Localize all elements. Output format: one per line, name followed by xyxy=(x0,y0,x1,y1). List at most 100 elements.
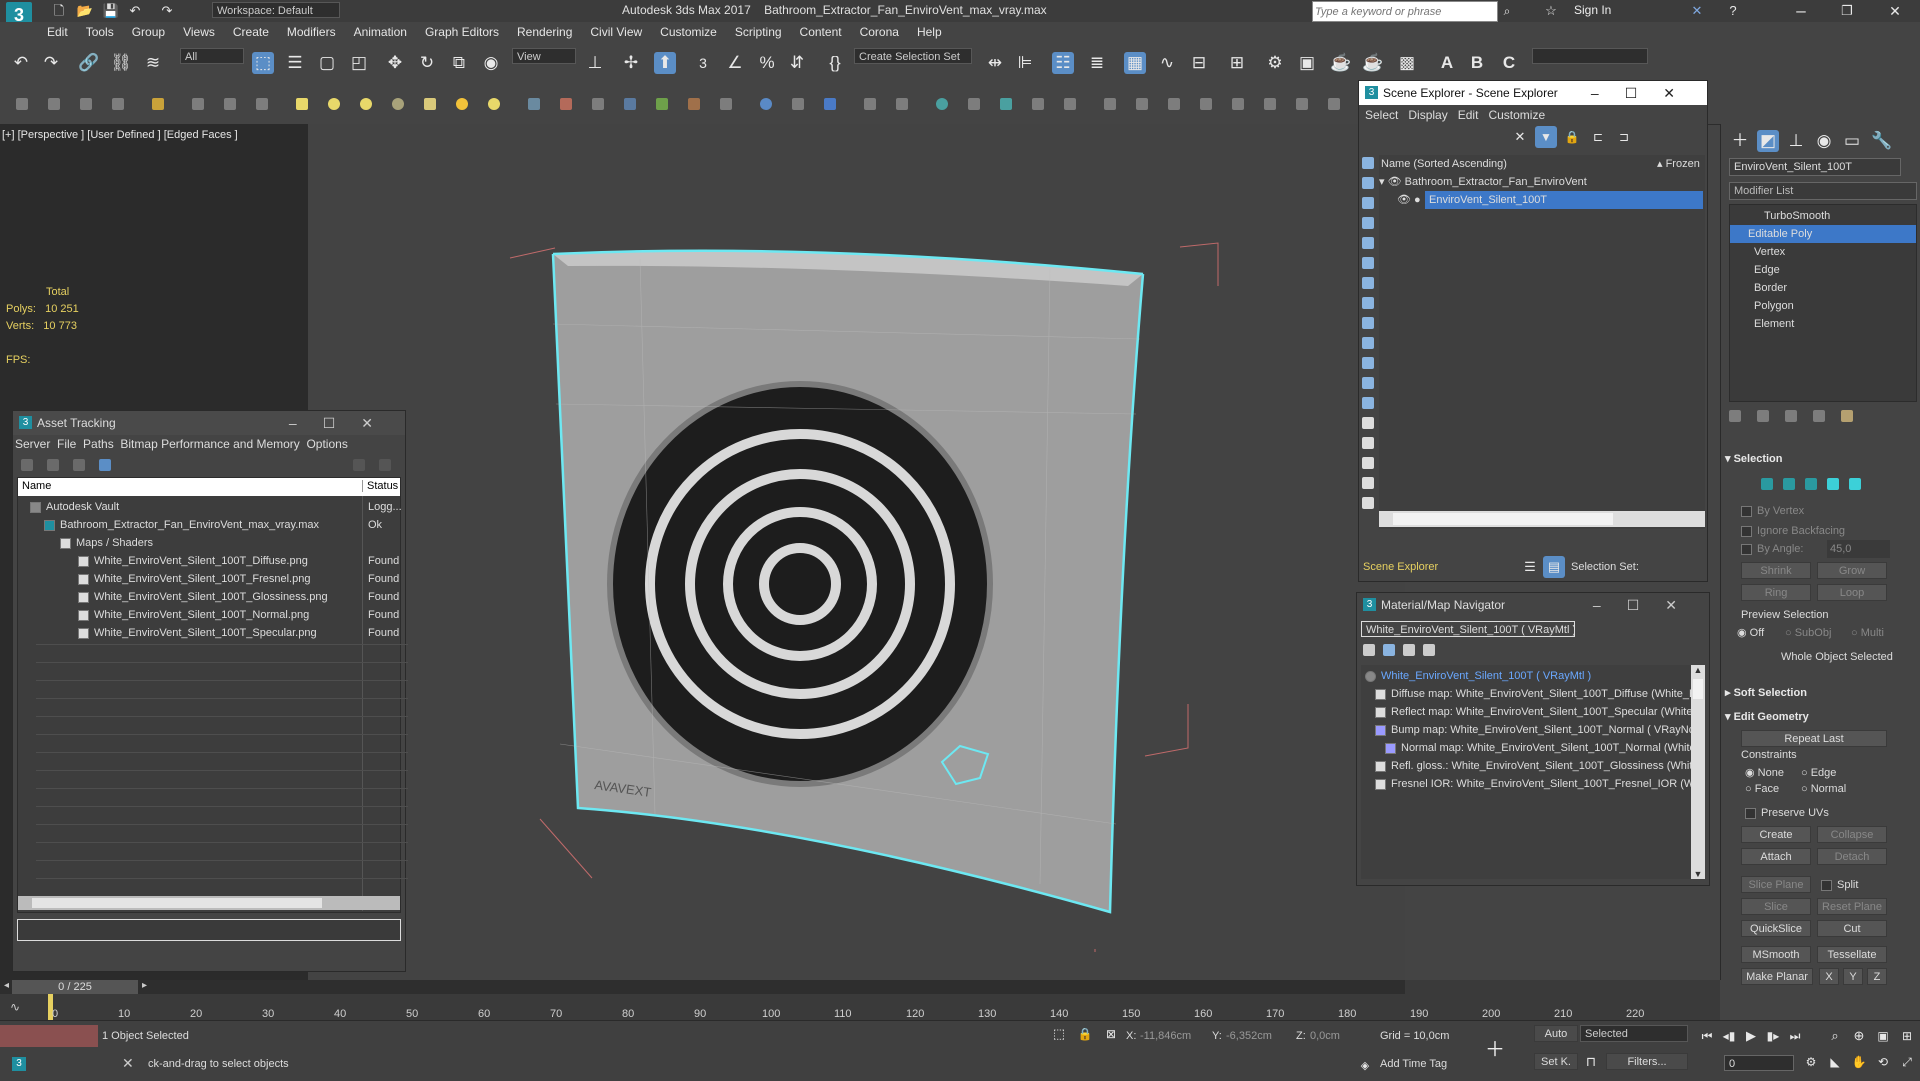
sun-icon[interactable] xyxy=(488,98,500,110)
collapse-button[interactable]: Collapse xyxy=(1817,826,1887,843)
constraint-normal-radio[interactable]: ○ Normal xyxy=(1801,780,1846,798)
ignore-backfacing-checkbox[interactable]: Ignore Backfacing xyxy=(1741,522,1845,540)
se-lock-icon[interactable]: 🔒 xyxy=(1561,126,1583,148)
tool-icon-30[interactable] xyxy=(1232,98,1244,110)
se-menu-display[interactable]: Display xyxy=(1408,108,1447,122)
time-slider-next-icon[interactable]: ▸ xyxy=(142,980,147,991)
light-icon[interactable] xyxy=(456,98,468,110)
se-hierarchy-icon[interactable]: ⊏ xyxy=(1587,126,1609,148)
percent-snap-icon[interactable]: % xyxy=(756,52,778,74)
at-menu-options[interactable]: Options xyxy=(306,437,347,451)
msmooth-button[interactable]: MSmooth xyxy=(1741,946,1811,963)
time-config-icon[interactable]: ⚙ xyxy=(1800,1051,1822,1073)
star-icon[interactable]: ☆ xyxy=(1540,0,1562,22)
stack-polygon[interactable]: Polygon xyxy=(1754,297,1794,315)
close-x-icon[interactable]: ✕ xyxy=(1686,0,1708,22)
isolate-selection-icon[interactable]: ⬚ xyxy=(1048,1023,1070,1045)
slice-plane-button[interactable]: Slice Plane xyxy=(1741,876,1811,893)
tool-icon-32[interactable] xyxy=(1296,98,1308,110)
redo-title-icon[interactable]: ↷ xyxy=(156,0,178,22)
add-time-tag[interactable]: Add Time Tag xyxy=(1380,1055,1447,1073)
element-mode-icon[interactable] xyxy=(1849,478,1861,490)
tool-icon-13[interactable] xyxy=(656,98,668,110)
se-side-icon[interactable] xyxy=(1362,277,1374,289)
mmn-scroll-down-icon[interactable]: ▼ xyxy=(1691,869,1705,879)
create-button[interactable]: Create xyxy=(1741,826,1811,843)
tool-icon-14[interactable] xyxy=(688,98,700,110)
se-side-icon[interactable] xyxy=(1362,297,1374,309)
tool-icon-3[interactable] xyxy=(80,98,92,110)
z-coord-field[interactable]: 0,0cm xyxy=(1310,1027,1360,1045)
undo-icon[interactable]: ↶ xyxy=(10,52,32,74)
planar-y-button[interactable]: Y xyxy=(1843,968,1863,985)
mirror-icon[interactable]: ⇹ xyxy=(984,52,1006,74)
selection-header[interactable]: ▾ Selection xyxy=(1725,452,1782,465)
at-row-diffuse[interactable]: White_EnviroVent_Silent_100T_Diffuse.png xyxy=(78,552,308,570)
mmn-view-small-icons-icon[interactable] xyxy=(1403,644,1415,656)
by-angle-checkbox[interactable]: By Angle: xyxy=(1741,540,1803,558)
tool-icon-20[interactable] xyxy=(896,98,908,110)
modifier-list-dropdown[interactable]: Modifier List xyxy=(1729,182,1917,200)
tool-icon-21[interactable] xyxy=(936,98,948,110)
se-horizontal-scrollbar[interactable] xyxy=(1379,511,1705,527)
se-side-icon[interactable] xyxy=(1362,197,1374,209)
close-window-icon[interactable]: ✕ xyxy=(1884,0,1906,22)
selection-lock-icon[interactable]: 🔒 xyxy=(1074,1023,1096,1045)
rectangular-selection-icon[interactable]: ▢ xyxy=(316,52,338,74)
se-side-icon[interactable] xyxy=(1362,477,1374,489)
window-crossing-icon[interactable]: ◰ xyxy=(348,52,370,74)
show-end-result-icon[interactable] xyxy=(1757,410,1769,422)
orbit-icon[interactable]: ⟲ xyxy=(1872,1051,1894,1073)
snaps-toggle-icon[interactable]: 3 xyxy=(692,52,714,74)
mmn-view-list-icon[interactable] xyxy=(1363,644,1375,656)
se-side-icon[interactable] xyxy=(1362,217,1374,229)
tool-icon-29[interactable] xyxy=(1200,98,1212,110)
se-side-icon[interactable] xyxy=(1362,457,1374,469)
sign-in-button[interactable]: Sign In xyxy=(1574,3,1611,17)
se-item-eye-icon[interactable]: 👁 ● xyxy=(1397,191,1421,209)
prev-frame-icon[interactable]: ◂▮ xyxy=(1718,1025,1740,1047)
mmn-close-icon[interactable]: ✕ xyxy=(1665,597,1703,613)
tool-icon-31[interactable] xyxy=(1264,98,1276,110)
toolbar-empty-dropdown[interactable] xyxy=(1532,48,1648,64)
se-side-icon[interactable] xyxy=(1362,357,1374,369)
se-side-icon[interactable] xyxy=(1362,257,1374,269)
stack-turbosmooth[interactable]: TurboSmooth xyxy=(1730,207,1916,225)
menu-edit[interactable]: Edit xyxy=(38,22,77,39)
se-side-icon[interactable] xyxy=(1362,397,1374,409)
mmn-item-root[interactable]: White_EnviroVent_Silent_100T ( VRayMtl ) xyxy=(1365,667,1591,685)
tool-icon-5[interactable] xyxy=(152,98,164,110)
search-input[interactable] xyxy=(1312,1,1498,22)
utilities-tab-icon[interactable]: 🔧 xyxy=(1871,130,1893,152)
mmn-item-bump[interactable]: Bump map: White_EnviroVent_Silent_100T_N… xyxy=(1375,721,1691,739)
at-help-icon[interactable] xyxy=(353,459,365,471)
se-col-name[interactable]: Name (Sorted Ascending) xyxy=(1381,155,1507,173)
tool-icon-7[interactable] xyxy=(224,98,236,110)
render-production-icon[interactable]: ☕ xyxy=(1362,52,1384,74)
keyboard-shortcut-override-icon[interactable]: ⬆ xyxy=(654,52,676,74)
configure-modifier-sets-icon[interactable] xyxy=(1841,410,1853,422)
text-c-icon[interactable]: C xyxy=(1498,52,1520,74)
tool-icon-27[interactable] xyxy=(1136,98,1148,110)
display-tab-icon[interactable]: ▭ xyxy=(1841,130,1863,152)
attach-button[interactable]: Attach xyxy=(1741,848,1811,865)
border-mode-icon[interactable] xyxy=(1805,478,1817,490)
at-refresh-icon[interactable] xyxy=(379,459,391,471)
tool-icon-15[interactable] xyxy=(720,98,732,110)
render-setup-icon[interactable]: ▣ xyxy=(1296,52,1318,74)
se-footer-label[interactable]: Scene Explorer xyxy=(1363,558,1438,576)
zoom-extents-icon[interactable]: ▣ xyxy=(1872,1025,1894,1047)
move-icon[interactable]: ✥ xyxy=(384,52,406,74)
y-coord-field[interactable]: -6,352cm xyxy=(1226,1027,1290,1045)
tool-icon-4[interactable] xyxy=(112,98,124,110)
make-unique-icon[interactable] xyxy=(1785,410,1797,422)
go-to-end-icon[interactable]: ⏭ xyxy=(1784,1025,1806,1047)
at-toolbar-icon-3[interactable] xyxy=(73,459,85,471)
mmn-scroll-thumb[interactable] xyxy=(1693,679,1703,699)
stack-element[interactable]: Element xyxy=(1754,315,1794,333)
menu-scripting[interactable]: Scripting xyxy=(726,22,791,39)
mmn-minimize-icon[interactable]: – xyxy=(1593,597,1627,613)
filters-button[interactable]: Filters... xyxy=(1606,1053,1688,1070)
at-col-name[interactable]: Name xyxy=(22,480,51,492)
planar-x-button[interactable]: X xyxy=(1819,968,1839,985)
